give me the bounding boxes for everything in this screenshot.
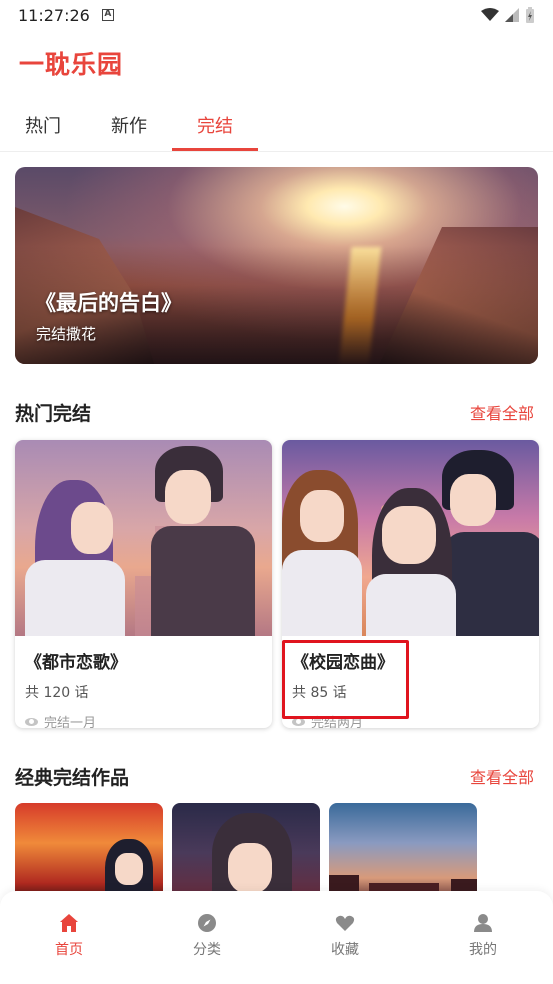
signal-icon (505, 8, 519, 22)
tab-hot[interactable]: 热门 (25, 112, 61, 138)
nav-favorites-label: 收藏 (331, 942, 359, 958)
nav-home[interactable]: 首页 (34, 913, 104, 959)
notification-icon: A (101, 9, 114, 21)
heart-icon (335, 915, 355, 931)
nav-favorites[interactable]: 收藏 (310, 913, 380, 959)
finish-status-label: 完结一月 (44, 716, 97, 728)
comic-card-city[interactable]: 《都市恋歌》 共 120 话 完结一月 (15, 440, 272, 728)
tab-divider (0, 151, 553, 152)
nav-profile[interactable]: 我的 (448, 913, 518, 959)
user-icon (474, 914, 492, 932)
view-all-hot-link[interactable]: 查看全部 (470, 400, 534, 424)
compass-icon (198, 914, 216, 932)
status-bar: 11:27:26 A (0, 0, 553, 30)
finish-status-label: 完结两月 (311, 716, 364, 728)
nav-category[interactable]: 分类 (172, 913, 242, 959)
section-title-hot-finished: 热门完结 (15, 403, 92, 425)
tab-new[interactable]: 新作 (111, 112, 147, 138)
cover-image-school (282, 440, 539, 636)
classic-thumb-3[interactable] (329, 803, 477, 903)
wifi-icon (481, 8, 499, 21)
eye-icon (292, 717, 305, 726)
app-title: 一耽乐园 (19, 50, 124, 79)
status-indicators (481, 7, 535, 23)
cover-image-city (15, 440, 272, 636)
hero-banner[interactable]: 《最后的告白》 完结撒花 (15, 167, 538, 364)
hero-title: 《最后的告白》 (35, 291, 182, 315)
card-title: 《校园恋曲》 (292, 653, 394, 673)
tab-finished[interactable]: 完结 (197, 112, 233, 138)
battery-icon (526, 7, 534, 23)
nav-home-label: 首页 (55, 942, 83, 958)
bottom-nav: 首页 分类 收藏 我的 (0, 891, 553, 984)
hero-subtitle: 完结撒花 (36, 325, 97, 343)
finish-status: 完结两月 (292, 712, 529, 728)
comic-card-school[interactable]: 《校园恋曲》 共 85 话 完结两月 (282, 440, 539, 728)
section-title-classic: 经典完结作品 (15, 767, 130, 789)
episode-count: 共 120 话 (25, 685, 89, 701)
eye-icon (25, 717, 38, 726)
finish-status: 完结一月 (25, 712, 262, 728)
nav-category-label: 分类 (193, 942, 221, 958)
card-title: 《都市恋歌》 (25, 653, 127, 673)
status-time: 11:27:26 (18, 5, 90, 25)
nav-profile-label: 我的 (469, 942, 497, 958)
view-all-classic-link[interactable]: 查看全部 (470, 764, 534, 788)
episode-count: 共 85 话 (292, 685, 347, 701)
home-icon (60, 914, 78, 932)
classic-thumb-2[interactable] (172, 803, 320, 903)
classic-thumb-1[interactable] (15, 803, 163, 903)
tab-bar: 热门 新作 完结 (0, 100, 553, 152)
